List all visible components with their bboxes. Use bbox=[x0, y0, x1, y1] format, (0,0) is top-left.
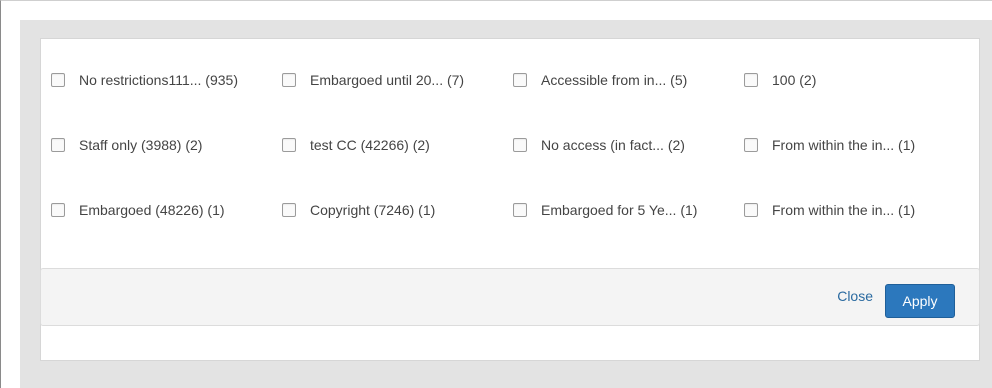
filter-option-label: Embargoed (48226) (1) bbox=[79, 202, 225, 218]
filter-option-label: 100 (2) bbox=[772, 72, 817, 88]
checkbox[interactable] bbox=[282, 138, 296, 152]
filter-option-label: Embargoed until 20... (7) bbox=[310, 72, 465, 88]
filter-option[interactable]: test CC (42266) (2) bbox=[282, 125, 430, 165]
filter-footer: Close Apply bbox=[40, 268, 980, 326]
checkbox[interactable] bbox=[513, 203, 527, 217]
filter-option-label: From within the in... (1) bbox=[772, 137, 916, 153]
filter-row: Staff only (3988) (2) test CC (42266) (2… bbox=[51, 125, 971, 165]
filter-option[interactable]: Embargoed until 20... (7) bbox=[282, 60, 464, 100]
checkbox[interactable] bbox=[744, 138, 758, 152]
filter-option-label: Accessible from in... (5) bbox=[541, 72, 688, 88]
filter-option[interactable]: Accessible from in... (5) bbox=[513, 60, 687, 100]
checkbox[interactable] bbox=[513, 73, 527, 87]
filter-option-label: Staff only (3988) (2) bbox=[79, 137, 203, 153]
checkbox[interactable] bbox=[744, 73, 758, 87]
filter-option[interactable]: From within the in... (1) bbox=[744, 125, 915, 165]
filter-option-label: No restrictions111... (935) bbox=[79, 72, 238, 88]
filter-options-grid: No restrictions111... (935) Embargoed un… bbox=[51, 60, 971, 230]
filter-option-label: Copyright (7246) (1) bbox=[310, 202, 436, 218]
filter-option[interactable]: 100 (2) bbox=[744, 60, 816, 100]
close-button[interactable]: Close bbox=[837, 288, 873, 304]
filter-option[interactable]: Embargoed (48226) (1) bbox=[51, 190, 225, 230]
checkbox[interactable] bbox=[282, 203, 296, 217]
checkbox[interactable] bbox=[51, 138, 65, 152]
filter-option[interactable]: From within the in... (1) bbox=[744, 190, 915, 230]
filter-option-label: Embargoed for 5 Ye... (1) bbox=[541, 202, 698, 218]
filter-option[interactable]: Embargoed for 5 Ye... (1) bbox=[513, 190, 697, 230]
apply-button[interactable]: Apply bbox=[885, 284, 955, 318]
checkbox[interactable] bbox=[51, 73, 65, 87]
filter-option-label: From within the in... (1) bbox=[772, 202, 916, 218]
filter-option-label: No access (in fact... (2) bbox=[541, 137, 685, 153]
checkbox[interactable] bbox=[51, 203, 65, 217]
filter-option-label: test CC (42266) (2) bbox=[310, 137, 430, 153]
filter-option[interactable]: No access (in fact... (2) bbox=[513, 125, 685, 165]
filter-option[interactable]: Staff only (3988) (2) bbox=[51, 125, 202, 165]
filter-option[interactable]: Copyright (7246) (1) bbox=[282, 190, 435, 230]
checkbox[interactable] bbox=[744, 203, 758, 217]
checkbox[interactable] bbox=[282, 73, 296, 87]
checkbox[interactable] bbox=[513, 138, 527, 152]
filter-row: Embargoed (48226) (1) Copyright (7246) (… bbox=[51, 190, 971, 230]
filter-row: No restrictions111... (935) Embargoed un… bbox=[51, 60, 971, 100]
filter-option[interactable]: No restrictions111... (935) bbox=[51, 60, 238, 100]
